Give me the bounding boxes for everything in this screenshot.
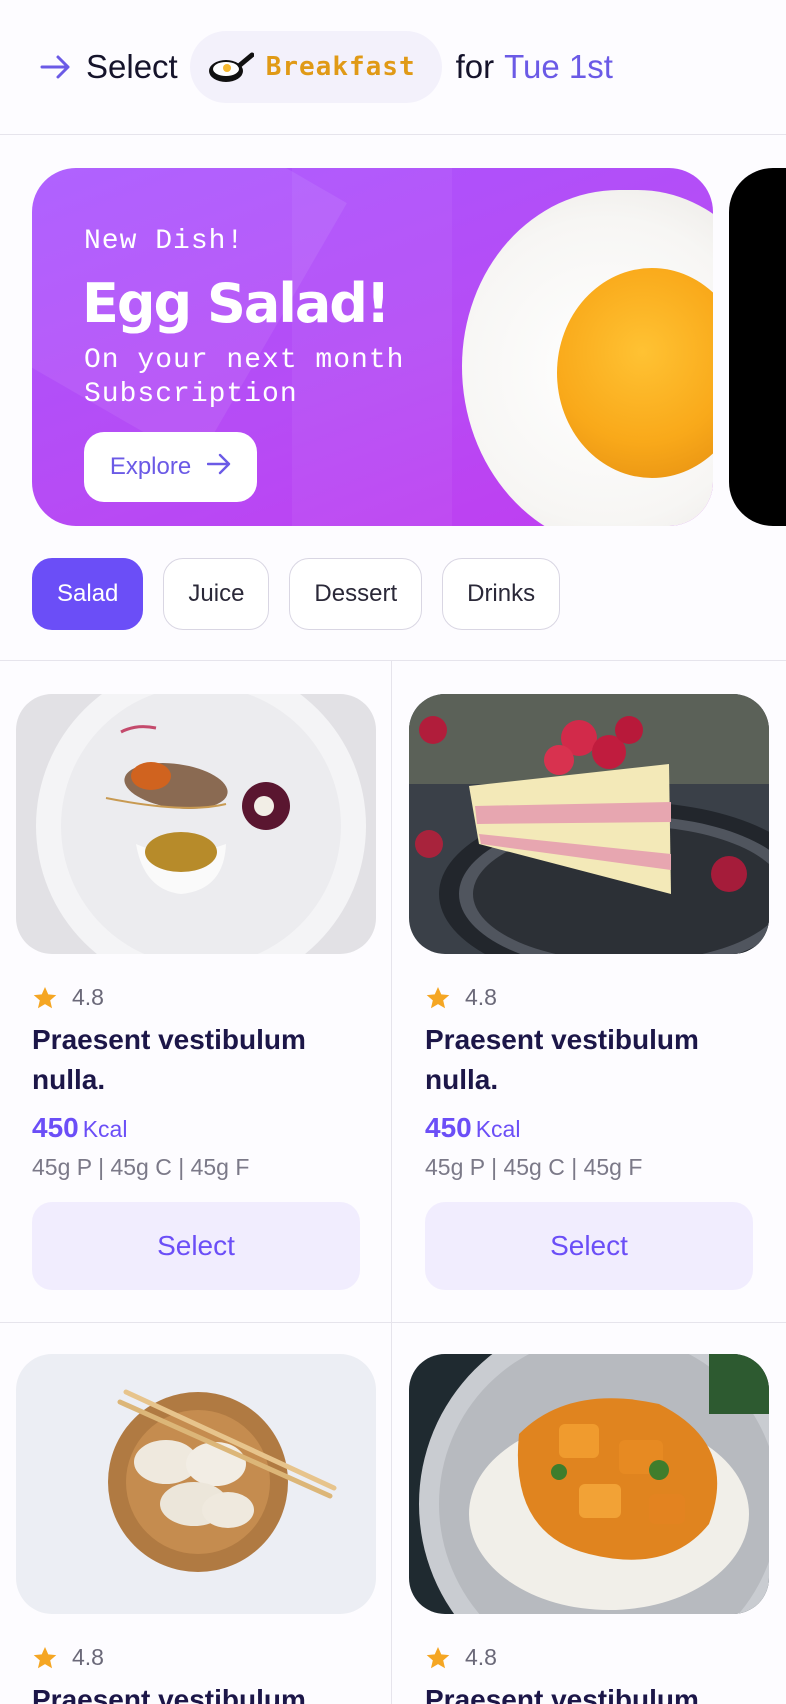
select-label: Select [86, 48, 178, 85]
chip-salad[interactable]: Salad [32, 558, 144, 630]
dish-image [409, 694, 769, 954]
meal-selector[interactable]: Breakfast [189, 31, 442, 103]
kcal: 450 Kcal [425, 1112, 520, 1144]
explore-label: Explore [109, 453, 192, 480]
star-icon [32, 985, 58, 1011]
dish-card[interactable]: 4.8 Praesent vestibulum [409, 1354, 769, 1704]
banner-subtitle: On your next month Subscription [84, 345, 405, 410]
meal-label: Breakfast [265, 52, 416, 82]
arrow-right-icon [206, 453, 231, 482]
meal-selection-screen: Select Breakfast for Tue 1st New Dish! E… [0, 0, 786, 1704]
kcal-unit: Kcal [475, 1116, 521, 1142]
dish-card[interactable]: 4.8 Praesent vestibulum nulla. 450 Kcal 4… [409, 694, 769, 1294]
kcal-unit: Kcal [82, 1116, 128, 1142]
frying-pan-icon [206, 47, 255, 87]
rating-value: 4.8 [72, 1644, 104, 1670]
chip-juice[interactable]: Juice [163, 558, 270, 630]
dish-name: Praesent vestibulum nulla. [32, 1024, 306, 1095]
rating: 4.8 [32, 1644, 104, 1671]
rating: 4.8 [425, 1644, 497, 1671]
macros: 45g P | 45g C | 45g F [425, 1154, 643, 1180]
star-icon [425, 1645, 451, 1671]
macros: 45g P | 45g C | 45g F [32, 1154, 250, 1180]
dish-image [409, 1354, 769, 1614]
chip-drinks[interactable]: Drinks [442, 558, 561, 630]
category-chips: Salad Juice Dessert Drinks [32, 558, 561, 630]
select-button[interactable]: Select [32, 1202, 360, 1290]
kcal-value: 450 [425, 1112, 472, 1143]
rating-value: 4.8 [465, 984, 497, 1010]
kcal: 450 Kcal [32, 1112, 127, 1144]
for-label: for [455, 48, 495, 85]
chip-dessert[interactable]: Dessert [289, 558, 423, 630]
dish-card[interactable]: 4.8 Praesent vestibulum [16, 1354, 376, 1704]
dish-name: Praesent vestibulum [425, 1684, 699, 1704]
dish-card[interactable]: 4.8 Praesent vestibulum nulla. 450 Kcal 4… [16, 694, 376, 1294]
banner-title: Egg Salad! [82, 272, 391, 335]
banner-kicker: New Dish! [84, 226, 245, 257]
divider [0, 660, 786, 661]
dish-name: Praesent vestibulum nulla. [425, 1024, 699, 1095]
explore-button[interactable]: Explore [84, 432, 257, 502]
divider [0, 1322, 786, 1323]
rating-value: 4.8 [465, 1644, 497, 1670]
rating: 4.8 [425, 984, 497, 1011]
date-link[interactable]: Tue 1st [504, 48, 613, 86]
star-icon [32, 1645, 58, 1671]
rating: 4.8 [32, 984, 104, 1011]
star-icon [425, 985, 451, 1011]
dish-image [16, 1354, 376, 1614]
header-bar: Select Breakfast for Tue 1st [0, 0, 786, 135]
dish-image [16, 694, 376, 954]
dish-name: Praesent vestibulum [32, 1684, 306, 1704]
divider [391, 660, 392, 1704]
select-button[interactable]: Select [425, 1202, 753, 1290]
promo-banner[interactable]: New Dish! Egg Salad! On your next month … [32, 168, 713, 526]
kcal-value: 450 [32, 1112, 79, 1143]
rating-value: 4.8 [72, 984, 104, 1010]
next-promo-banner[interactable] [729, 168, 786, 526]
arrow-right-icon[interactable] [38, 49, 74, 85]
